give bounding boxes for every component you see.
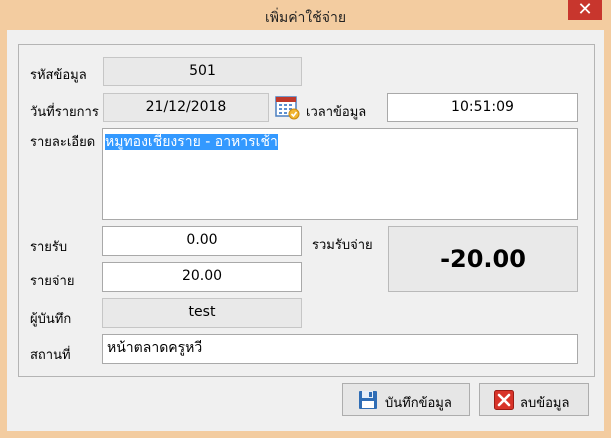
recorder-label: ผู้บันทึก xyxy=(30,312,72,327)
time-field[interactable]: 10:51:09 xyxy=(387,93,578,122)
save-button[interactable]: บันทึกข้อมูล xyxy=(342,383,470,416)
close-icon: ✕ xyxy=(577,0,593,20)
detail-selected-text: หมูทองเชียงราย - อาหารเช้า xyxy=(105,134,278,150)
red-x-icon xyxy=(494,390,514,410)
total-display: -20.00 xyxy=(388,226,578,292)
delete-button-label: ลบข้อมูล xyxy=(520,396,570,411)
window-border-left xyxy=(0,30,7,438)
income-field[interactable]: 0.00 xyxy=(102,226,302,256)
recorder-field[interactable]: test xyxy=(102,298,302,328)
time-label: เวลาข้อมูล xyxy=(306,105,367,120)
expense-label: รายจ่าย xyxy=(30,274,75,289)
delete-button[interactable]: ลบข้อมูล xyxy=(479,383,589,416)
detail-textarea[interactable]: หมูทองเชียงราย - อาหารเช้า xyxy=(102,128,578,220)
save-button-label: บันทึกข้อมูล xyxy=(385,396,452,411)
close-button[interactable]: ✕ xyxy=(568,0,602,20)
date-label: วันที่รายการ xyxy=(30,105,99,120)
window-title: เพิ่มค่าใช้จ่าย xyxy=(264,10,347,26)
id-label: รหัสข้อมูล xyxy=(30,68,87,83)
floppy-disk-icon xyxy=(359,391,377,409)
place-field[interactable]: หน้าตลาดครูหวี xyxy=(102,334,578,364)
date-field[interactable]: 21/12/2018 xyxy=(103,93,269,122)
window-border-right xyxy=(604,30,611,438)
total-label: รวมรับจ่าย xyxy=(312,238,373,253)
expense-field[interactable]: 20.00 xyxy=(102,262,302,292)
income-label: รายรับ xyxy=(30,240,68,255)
id-field[interactable]: 501 xyxy=(103,57,302,86)
title-bar: เพิ่มค่าใช้จ่าย ✕ xyxy=(0,0,611,30)
detail-label: รายละเอียด xyxy=(30,135,96,150)
calendar-icon[interactable] xyxy=(275,94,300,120)
window-border-bottom xyxy=(0,431,611,438)
place-label: สถานที่ xyxy=(30,348,71,363)
